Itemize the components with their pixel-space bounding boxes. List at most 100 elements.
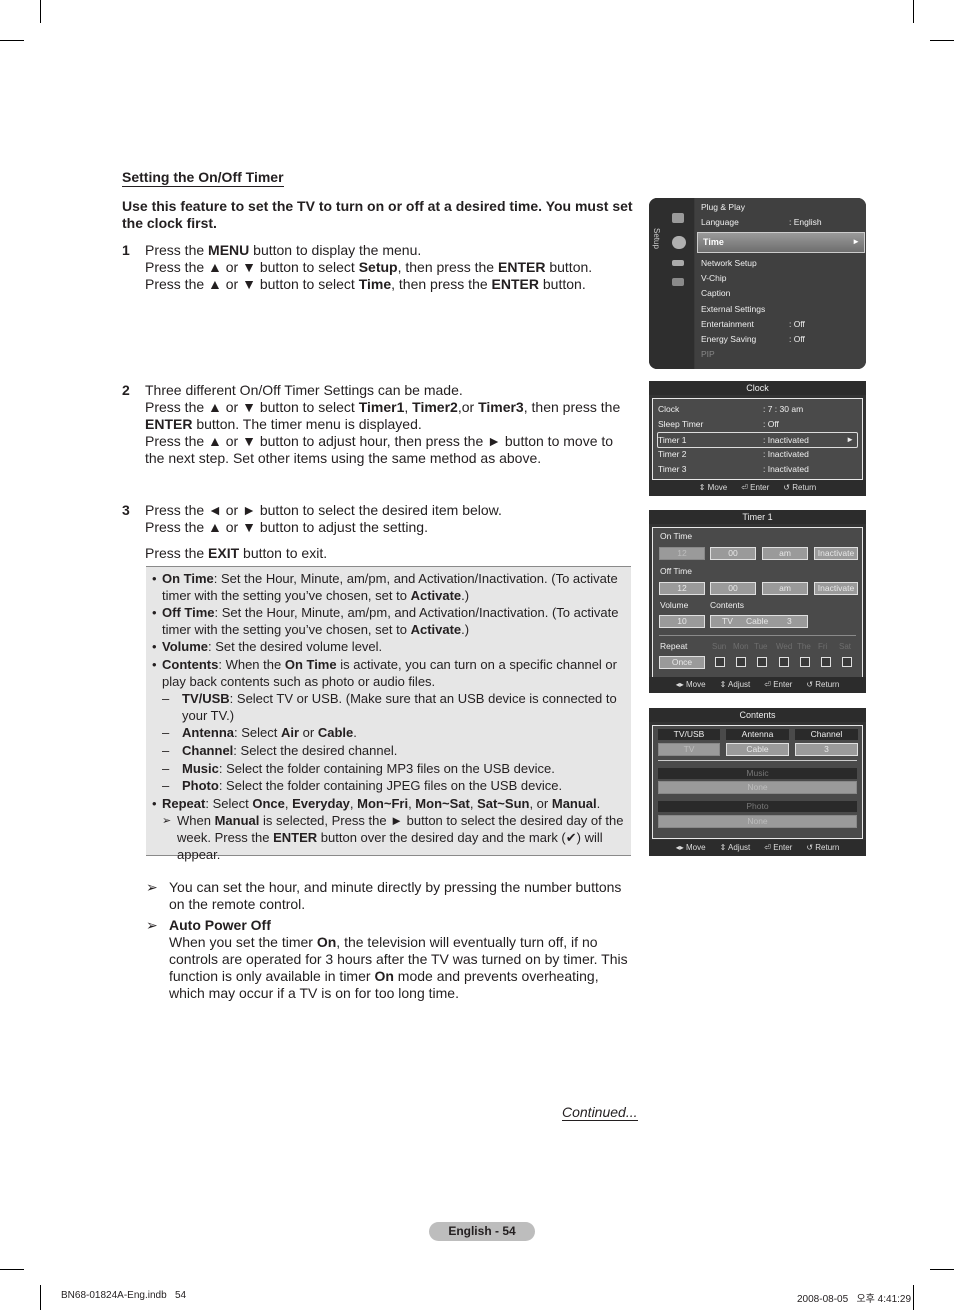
row-label: Clock [658, 404, 680, 414]
setup-side-label: Setup [652, 228, 661, 249]
step-number: 1 [122, 242, 130, 258]
clock-row-sleep-timer[interactable]: Sleep Timer: Off [658, 417, 857, 431]
bold-term: Time [358, 276, 392, 292]
day-checkbox[interactable] [800, 657, 810, 667]
day-checkbox[interactable] [842, 657, 852, 667]
off-time-minute-field[interactable]: 00 [710, 582, 756, 595]
crop-mark [40, 1285, 41, 1310]
note-arrow-icon: ➢ [162, 815, 172, 828]
footer-hint-adjust: ⇕ Adjust [719, 680, 751, 689]
bold-term: ENTER [273, 829, 318, 845]
divider [658, 760, 857, 761]
bullet-icon: • [152, 656, 157, 672]
clock-row-timer-1[interactable]: Timer 1: Inactivated ► [657, 432, 858, 448]
day-label: Sun [712, 642, 727, 651]
on-time-hour-field[interactable]: 12 [659, 547, 705, 560]
photo-header: Photo [658, 801, 857, 812]
menu-item-external-settings[interactable]: External Settings [701, 304, 765, 314]
clock-row-clock[interactable]: Clock : 7 : 30 am [658, 402, 857, 416]
music-field[interactable]: None [658, 781, 857, 794]
step-line: Three different On/Off Timer Settings ca… [145, 382, 463, 398]
bold-term: Manual [214, 813, 260, 829]
contents-menu-footer: ◂▸ Move ⇕ Adjust ⏎ Enter ↺ Return [649, 840, 866, 856]
day-checkbox[interactable] [821, 657, 831, 667]
footer-hint-adjust: ⇕ Adjust [719, 843, 751, 852]
menu-item-plug-play[interactable]: Plug & Play [701, 202, 745, 212]
day-checkbox[interactable] [779, 657, 789, 667]
row-label: Timer 1 [658, 435, 687, 445]
volume-field[interactable]: 10 [659, 615, 705, 628]
menu-item-language[interactable]: Language: English [701, 217, 822, 227]
on-time-ampm-field[interactable]: am [762, 547, 808, 560]
bold-term: Activate [410, 621, 462, 637]
dash-icon: – [162, 778, 170, 794]
clock-row-timer-3[interactable]: Timer 3: Inactivated [658, 462, 857, 476]
bold-term: Activate [410, 587, 462, 603]
repeat-field[interactable]: Once [659, 656, 705, 669]
contents-channel: 3 [787, 616, 792, 626]
bold-term: Volume [162, 639, 208, 655]
menu-item-v-chip[interactable]: V-Chip [701, 273, 727, 283]
bold-term: Sat~Sun [477, 795, 530, 811]
contents-label: Contents [710, 600, 745, 610]
off-time-hour-field[interactable]: 12 [659, 582, 705, 595]
footer-hint-move: ⇕ Move [698, 483, 728, 492]
note-arrow-icon: ➢ [146, 917, 158, 933]
on-time-minute-field[interactable]: 00 [710, 547, 756, 560]
row-label: Timer 3 [658, 464, 687, 474]
step-line: Press the ▲ or ▼ button to select Timer1… [145, 399, 621, 432]
photo-field[interactable]: None [658, 815, 857, 828]
bold-term: Air [280, 725, 300, 741]
footer-hint-move: ◂▸ Move [675, 680, 706, 689]
note-arrow-icon: ➢ [146, 879, 158, 895]
bold-term: Music [182, 760, 219, 776]
contents-menu-frame: TV/USB Antenna Channel TV Cable 3 Music … [652, 725, 863, 839]
crop-mark [930, 1269, 954, 1270]
clock-row-timer-2[interactable]: Timer 2: Inactivated [658, 447, 857, 461]
row-label: Timer 2 [658, 449, 687, 459]
repeat-label: Repeat [660, 641, 688, 651]
crop-mark [0, 40, 24, 41]
crop-mark [913, 1285, 914, 1310]
divider [659, 635, 856, 636]
off-time-ampm-field[interactable]: am [762, 582, 808, 595]
bold-term: Setup [358, 259, 398, 275]
bullet-icon: • [152, 795, 157, 811]
day-checkbox[interactable] [715, 657, 725, 667]
menu-item-energy-saving[interactable]: Energy Saving: Off [701, 334, 805, 344]
note-paragraph: ➢ You can set the hour, and minute direct… [146, 879, 622, 912]
tvusb-field[interactable]: TV [658, 743, 720, 756]
antenna-field[interactable]: Cable [726, 743, 789, 756]
setup-sidebar: Setup [649, 198, 694, 369]
clock-menu-footer: ⇕ Move ⏎ Enter ↺ Return [649, 480, 866, 496]
menu-item-network-setup[interactable]: Network Setup [701, 258, 757, 268]
bold-term: Mon~Sat [415, 795, 470, 811]
off-time-activation-field[interactable]: Inactivate [814, 582, 858, 595]
menu-item-label: Entertainment [701, 319, 754, 329]
note-item: – Photo: Select the folder containing JPE… [162, 778, 563, 794]
menu-item-label: Language [701, 217, 739, 227]
step-line: Press the ▲ or ▼ button to select Setup,… [145, 259, 593, 275]
on-time-activation-field[interactable]: Inactivate [814, 547, 858, 560]
off-time-label: Off Time [660, 566, 692, 576]
menu-item-entertainment[interactable]: Entertainment: Off [701, 319, 805, 329]
menu-item-time[interactable]: Time ► [697, 232, 865, 253]
day-checkbox[interactable] [757, 657, 767, 667]
step-line: Press the ▲ or ▼ button to select Time, … [145, 276, 586, 292]
bold-term: Cable [317, 725, 354, 741]
dash-icon: – [162, 691, 170, 707]
note-item: • Off Time: Set the Hour, Minute, am/pm, … [152, 605, 619, 637]
row-value: : 7 : 30 am [763, 404, 804, 414]
bullet-icon: • [152, 605, 157, 621]
contents-field[interactable]: TV Cable 3 [710, 615, 808, 628]
channel-field[interactable]: 3 [795, 743, 858, 756]
bold-term: Timer1 [358, 399, 405, 415]
menu-item-caption[interactable]: Caption [701, 288, 730, 298]
menu-item-pip[interactable]: PIP [701, 349, 715, 359]
menu-item-label: Caption [701, 288, 731, 298]
bold-term: Auto Power Off [169, 917, 271, 933]
day-label: Fri [818, 642, 828, 651]
chevron-right-icon: ► [852, 237, 860, 246]
menu-item-label: Energy Saving [701, 334, 757, 344]
day-checkbox[interactable] [736, 657, 746, 667]
